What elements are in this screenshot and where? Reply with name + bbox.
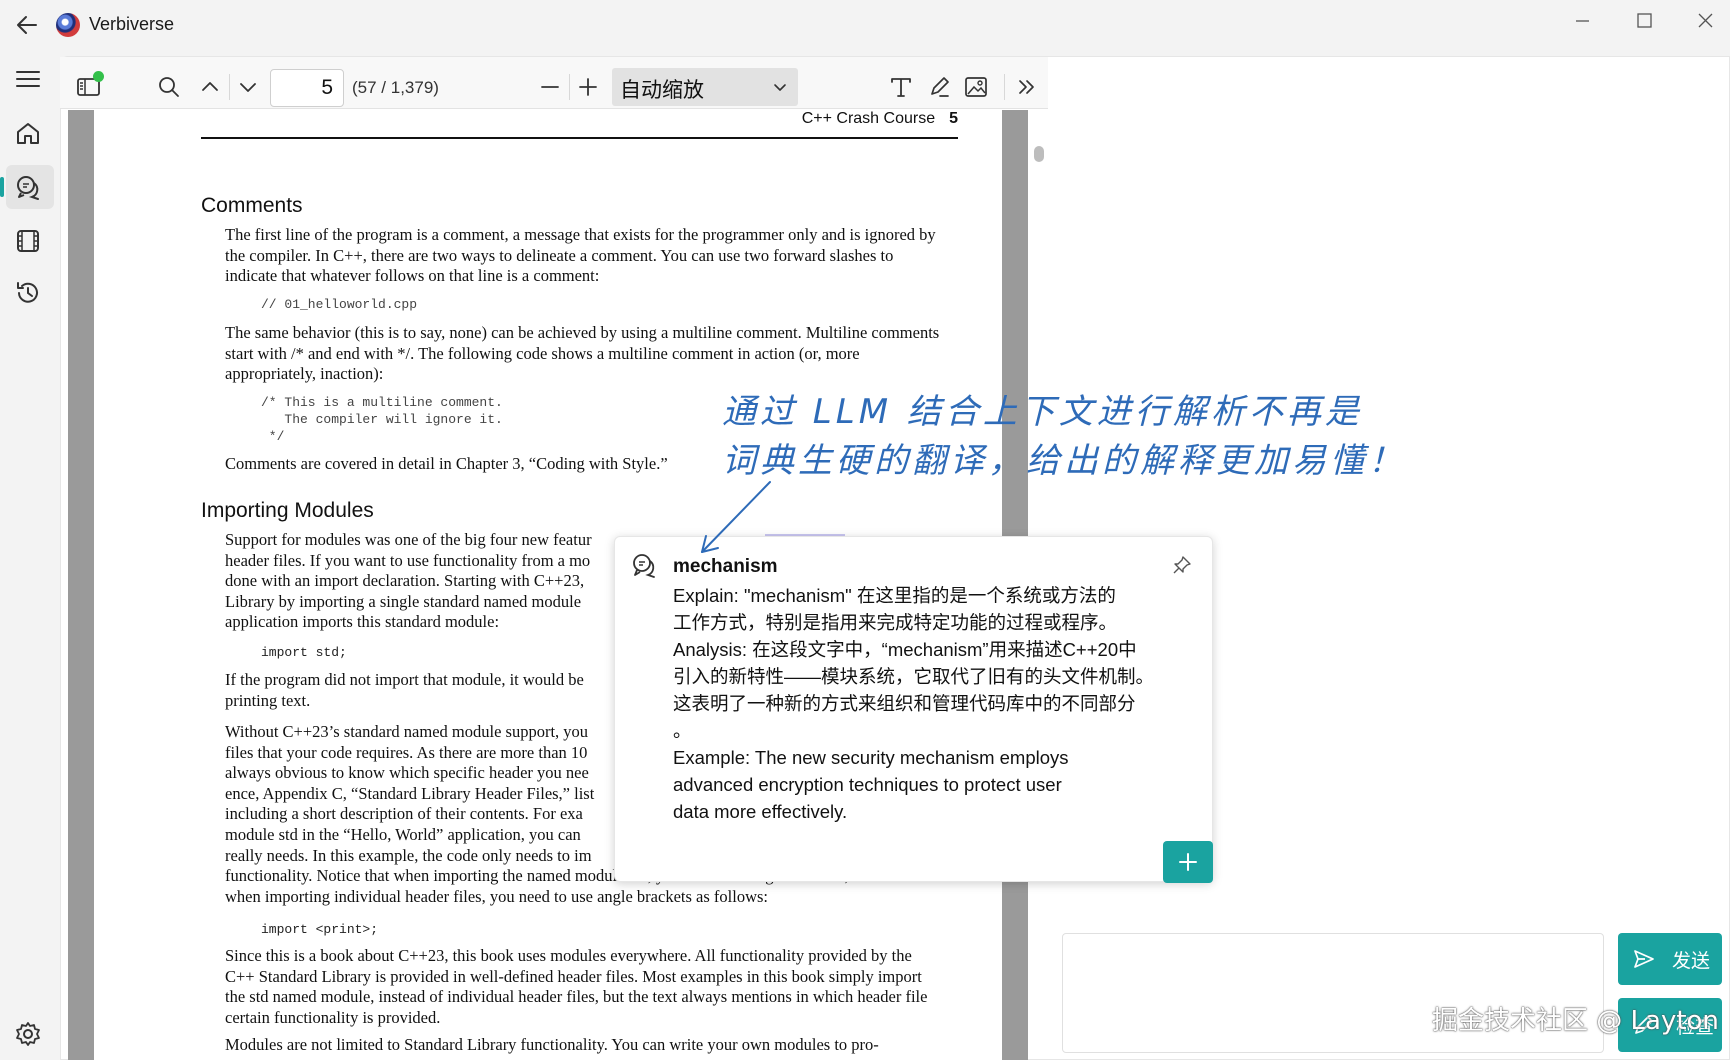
send-button[interactable]: 发送 — [1618, 933, 1722, 985]
zoom-out-icon[interactable] — [535, 72, 565, 102]
close-icon[interactable] — [1685, 6, 1725, 36]
text-line: when importing individual header files, … — [225, 886, 768, 906]
menu-icon[interactable] — [12, 63, 44, 95]
watermark: 掘金技术社区 @ Layton — [1432, 1006, 1719, 1036]
settings-icon[interactable] — [12, 1018, 44, 1050]
page-up-icon[interactable] — [195, 72, 225, 102]
paragraph: Since this is a book about C++23, this b… — [225, 946, 928, 1027]
plus-icon — [1179, 853, 1197, 871]
video-icon[interactable] — [12, 225, 44, 257]
chat-bubble-icon — [633, 554, 655, 578]
popup-explain: Explain: "mechanism" 在这里指的是一个系统或方法的 工作方式… — [673, 585, 1118, 633]
toolbar-separator — [229, 74, 230, 100]
toolbar-separator — [569, 74, 570, 100]
send-label: 发送 — [1672, 950, 1711, 972]
page-down-icon[interactable] — [233, 72, 263, 102]
paragraph: The first line of the program is a comme… — [225, 225, 936, 286]
draw-tool-icon[interactable] — [924, 72, 954, 102]
search-icon[interactable] — [154, 72, 184, 102]
paragraph: The same behavior (this is to say, none)… — [225, 323, 940, 384]
scrollbar-thumb[interactable] — [1034, 146, 1044, 162]
add-button[interactable] — [1163, 841, 1213, 883]
popup-word: mechanism — [673, 556, 778, 577]
paragraph: Modules are not limited to Standard Libr… — [225, 1035, 879, 1054]
title-bar: Verbiverse — [0, 0, 1730, 50]
code-block: import <print>; — [261, 922, 379, 937]
running-head: C++ Crash Course 5 — [802, 110, 958, 128]
zoom-select[interactable]: 自动缩放 — [612, 68, 798, 106]
section-heading-comments: Comments — [201, 194, 303, 217]
home-icon[interactable] — [12, 117, 44, 149]
toolbar-separator — [1004, 74, 1005, 100]
text-tool-icon[interactable] — [886, 72, 916, 102]
status-dot — [93, 71, 104, 82]
zoom-label: 自动缩放 — [620, 79, 704, 102]
back-arrow-icon[interactable] — [14, 12, 40, 38]
code-block: /* This is a multiline comment. The comp… — [261, 395, 503, 444]
app-title: Verbiverse — [89, 14, 175, 34]
popup-example: Example: The new security mechanism empl… — [673, 747, 1069, 822]
explanation-popup: mechanism Explain: "mechanism" 在这里指的是一个系… — [614, 536, 1213, 883]
maximize-icon[interactable] — [1624, 6, 1664, 36]
code-block: import std; — [261, 645, 347, 660]
annotation-text: 通过 LLM 结合上下文进行解析不再是 词典生硬的翻译，给出的解释更加易懂！ — [722, 388, 1406, 486]
annotation-arrow-icon — [701, 481, 771, 553]
chat-icon[interactable] — [12, 171, 44, 203]
header-rule — [201, 137, 958, 139]
popup-analysis: Analysis: 在这段文字中，“mechanism”用来描述C++20中 引… — [673, 639, 1155, 741]
page-count: (57 / 1,379) — [352, 78, 439, 97]
section-heading-modules: Importing Modules — [201, 499, 374, 522]
page-number-input[interactable]: 5 — [270, 69, 344, 107]
annotation-line-1: 通过 LLM 结合上下文进行解析不再是 — [722, 392, 1363, 432]
running-head-page-number: 5 — [949, 110, 958, 127]
running-head-title: C++ Crash Course — [801, 110, 936, 127]
pin-icon[interactable] — [1171, 554, 1193, 576]
annotation-line-2: 词典生硬的翻译，给出的解释更加易懂！ — [722, 441, 1406, 481]
zoom-in-icon[interactable] — [573, 72, 603, 102]
app-logo-icon — [56, 13, 80, 37]
nav-active-indicator — [0, 177, 4, 197]
image-tool-icon[interactable] — [961, 72, 991, 102]
chevron-down-icon — [774, 84, 786, 91]
minimize-icon[interactable] — [1562, 6, 1602, 36]
history-icon[interactable] — [12, 277, 44, 309]
popup-body: Explain: "mechanism" 在这里指的是一个系统或方法的 工作方式… — [673, 582, 1163, 825]
send-icon — [1634, 950, 1654, 968]
code-block: // 01_helloworld.cpp — [261, 297, 418, 312]
more-tools-icon[interactable] — [1012, 72, 1042, 102]
